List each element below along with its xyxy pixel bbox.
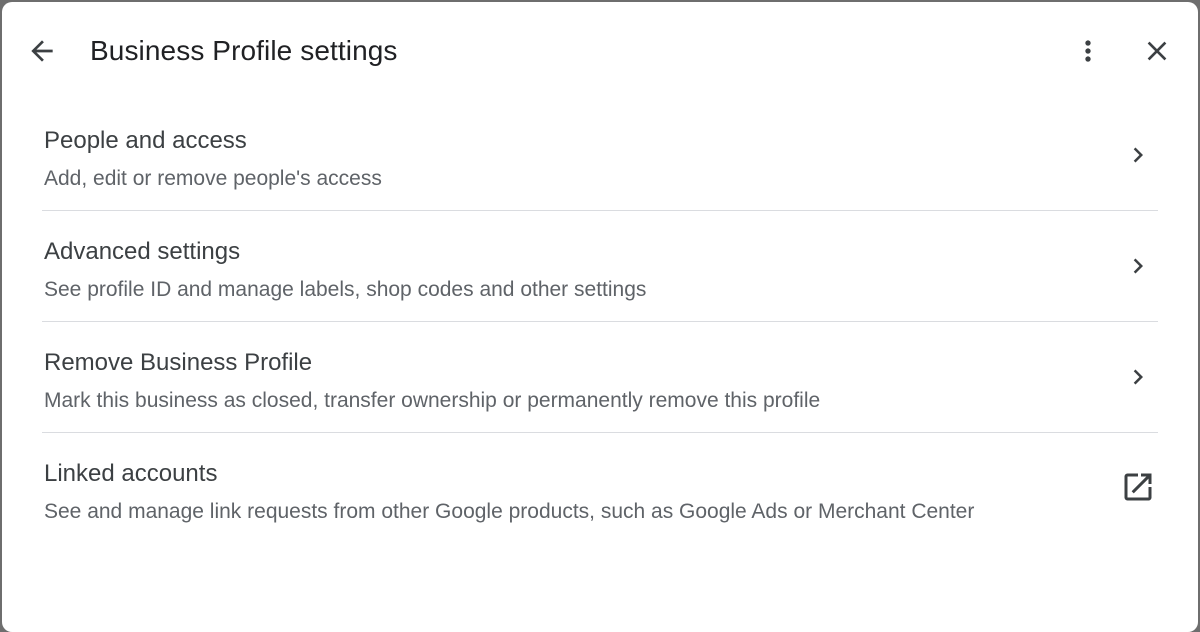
item-subtitle: See and manage link requests from other … xyxy=(44,500,975,523)
list-item-linked-accounts[interactable]: Linked accounts See and manage link requ… xyxy=(42,433,1158,573)
item-subtitle: Mark this business as closed, transfer o… xyxy=(44,389,821,412)
item-subtitle: Add, edit or remove people's access xyxy=(44,167,382,190)
chevron-right-icon xyxy=(1133,258,1143,274)
list-item-remove-business-profile[interactable]: Remove Business Profile Mark this busine… xyxy=(42,322,1158,433)
list-item-advanced-settings[interactable]: Advanced settings See profile ID and man… xyxy=(42,211,1158,322)
settings-dialog: Business Profile settings People and acc… xyxy=(2,2,1198,632)
more-options-button[interactable] xyxy=(1068,31,1108,71)
settings-list: People and access Add, edit or remove pe… xyxy=(42,102,1158,573)
back-button[interactable] xyxy=(22,31,62,71)
close-button[interactable] xyxy=(1137,31,1177,71)
more-vert-icon xyxy=(1085,40,1091,62)
item-subtitle: See profile ID and manage labels, shop c… xyxy=(44,278,647,301)
item-title: Advanced settings xyxy=(44,238,241,265)
chevron-right-icon xyxy=(1133,369,1143,385)
page-title: Business Profile settings xyxy=(90,35,398,66)
item-title: People and access xyxy=(44,127,247,154)
item-title: Remove Business Profile xyxy=(44,349,313,376)
arrow-back-icon xyxy=(31,40,53,62)
item-action[interactable] xyxy=(1118,467,1158,507)
item-action[interactable] xyxy=(1118,357,1158,397)
dialog-header: Business Profile settings xyxy=(2,2,1198,102)
chevron-right-icon xyxy=(1133,147,1143,163)
item-title: Linked accounts xyxy=(44,460,218,487)
item-action[interactable] xyxy=(1118,135,1158,175)
item-action[interactable] xyxy=(1118,246,1158,286)
list-item-people-and-access[interactable]: People and access Add, edit or remove pe… xyxy=(42,102,1158,211)
open-in-new-icon xyxy=(1124,473,1152,501)
close-icon xyxy=(1147,41,1167,61)
